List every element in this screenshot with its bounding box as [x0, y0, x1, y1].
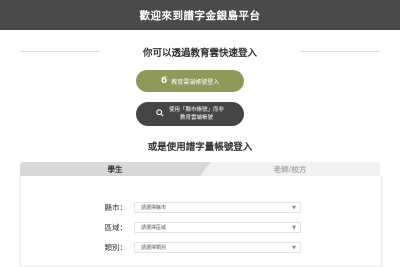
edu-cloud-login-button[interactable]: ϭ 教育雲端帳號登入 [136, 70, 244, 92]
chevron-down-icon: ▼ [292, 245, 296, 251]
top-header: 歡迎來到譜字金銀島平台 [0, 0, 400, 30]
cloud-login-title: 你可以透過教育雲快速登入 [142, 48, 257, 59]
login-form-panel: 縣市： 請選擇縣市 ▼ 區域： 請選擇區域 ▼ 類別： 請選擇類別 ▼ [20, 176, 382, 267]
edu-cloud-login-label: 教育雲端帳號登入 [171, 78, 220, 86]
page-title: 歡迎來到譜字金銀島平台 [139, 9, 261, 22]
account-login-title: 或是使用譜字量帳號登入 [147, 142, 253, 153]
openid-icon: ϭ [160, 76, 168, 86]
category-select[interactable]: 請選擇類別 ▼ [134, 242, 301, 253]
chevron-down-icon: ▼ [292, 225, 296, 231]
chevron-down-icon: ▼ [292, 205, 296, 211]
city-account-label: 使用「縣市帳號」而非 教育雲端帳號 [168, 107, 224, 121]
tab-student[interactable]: 學生 [20, 162, 210, 176]
form-row-category: 類別： 請選擇類別 ▼ [21, 242, 381, 254]
search-icon [156, 108, 164, 120]
tab-teacher[interactable]: 老師/校方 [200, 162, 380, 176]
category-label: 類別： [104, 243, 128, 252]
form-row-area: 區域： 請選擇區域 ▼ [21, 222, 381, 234]
area-select[interactable]: 請選擇區域 ▼ [134, 222, 301, 233]
city-select[interactable]: 請選擇縣市 ▼ [134, 202, 301, 213]
area-label: 區域： [104, 223, 128, 232]
form-row-city: 縣市： 請選擇縣市 ▼ [21, 202, 381, 214]
login-tabs: 學生 老師/校方 [20, 162, 380, 176]
city-account-login-button[interactable]: 使用「縣市帳號」而非 教育雲端帳號 [136, 102, 244, 126]
city-label: 縣市： [104, 203, 128, 212]
